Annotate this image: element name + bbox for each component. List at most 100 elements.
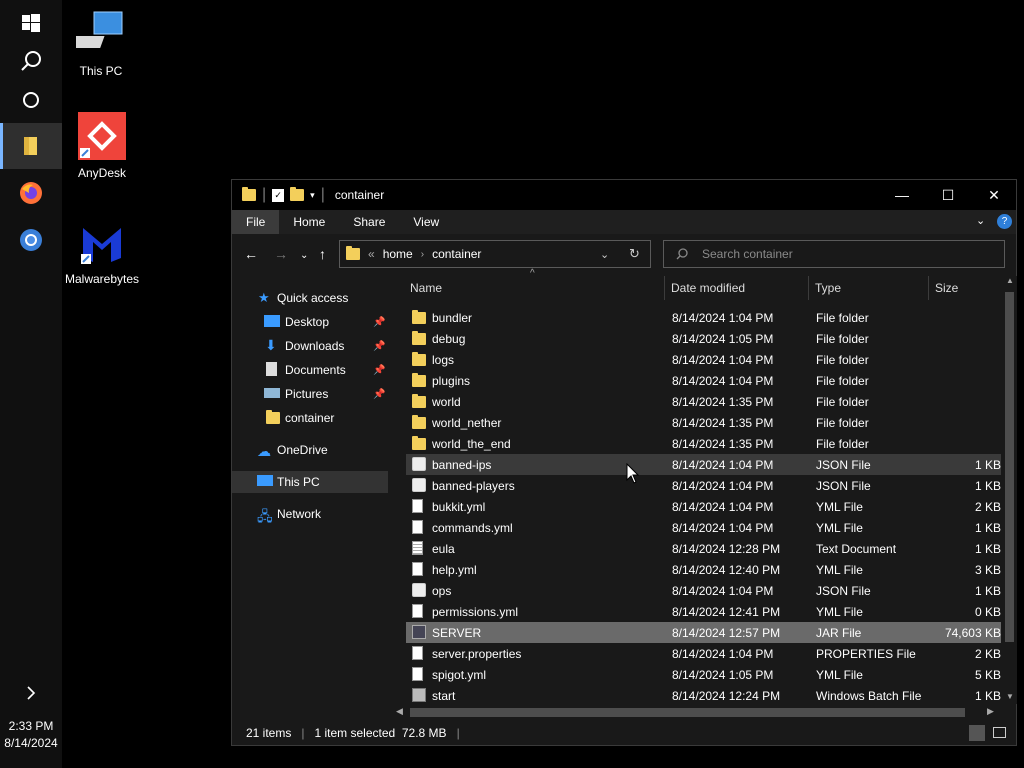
pin-icon[interactable]: 📌	[373, 389, 385, 400]
recent-locations-button[interactable]: ⌄	[300, 250, 308, 261]
file-row[interactable]: help.yml 8/14/2024 12:40 PM YML File 3 KB	[406, 559, 1001, 580]
tab-file[interactable]: File	[232, 210, 280, 234]
taskbar-file-explorer[interactable]	[0, 123, 62, 169]
column-type[interactable]: Type	[815, 281, 841, 295]
column-date-modified[interactable]: Date modified	[671, 281, 745, 295]
desktop-icon-anydesk[interactable]: AnyDesk	[57, 112, 147, 180]
file-icon	[412, 667, 423, 681]
file-date: 8/14/2024 1:35 PM	[672, 395, 774, 409]
scroll-up-arrow-icon[interactable]: ▲	[1006, 276, 1014, 285]
scroll-right-arrow-icon[interactable]: ▶	[987, 706, 994, 717]
scroll-left-arrow-icon[interactable]: ◀	[396, 706, 403, 717]
tab-home[interactable]: Home	[279, 210, 339, 234]
nav-item-desktop[interactable]: Desktop 📌	[232, 311, 388, 333]
nav-item-documents[interactable]: Documents 📌	[232, 359, 388, 381]
nav-label: Pictures	[285, 387, 329, 401]
breadcrumb-home[interactable]: home	[383, 247, 413, 261]
show-more-button[interactable]	[0, 670, 62, 716]
file-row[interactable]: world_nether 8/14/2024 1:35 PM File folder	[406, 412, 1001, 433]
file-row[interactable]: commands.yml 8/14/2024 1:04 PM YML File 1 K…	[406, 517, 1001, 538]
vertical-scroll-thumb[interactable]	[1005, 292, 1014, 642]
forward-button[interactable]: →	[274, 246, 288, 262]
details-view-icon[interactable]	[969, 725, 985, 741]
close-button[interactable]: ✕	[971, 180, 1017, 210]
expand-ribbon-icon[interactable]: ⌄	[976, 214, 985, 227]
file-row[interactable]: server.properties 8/14/2024 1:04 PM PROPER…	[406, 643, 1001, 664]
title-bar[interactable]: | ✓ ▾ | container — ☐ ✕	[232, 180, 1016, 210]
search-placeholder: Search container	[702, 247, 793, 261]
file-row[interactable]: bundler 8/14/2024 1:04 PM File folder	[406, 307, 1001, 328]
nav-network[interactable]: 🖧 Network	[232, 503, 388, 525]
file-size: 3 KB	[974, 563, 1001, 577]
file-type: File folder	[816, 353, 869, 367]
computer-icon	[257, 475, 273, 486]
desktop-icon	[264, 315, 280, 327]
horizontal-scrollbar[interactable]: ◀ ▶	[392, 704, 1002, 720]
file-row[interactable]: SERVER 8/14/2024 12:57 PM JAR File 74,603 K…	[406, 622, 1001, 643]
taskbar-clock[interactable]: 2:33 PM 8/14/2024	[0, 718, 62, 752]
file-type: JSON File	[816, 584, 871, 598]
file-icon	[412, 520, 423, 534]
file-row[interactable]: world_the_end 8/14/2024 1:35 PM File folde…	[406, 433, 1001, 454]
file-row[interactable]: banned-players 8/14/2024 1:04 PM JSON File…	[406, 475, 1001, 496]
maximize-button[interactable]: ☐	[925, 180, 971, 210]
desktop-icon-this-pc[interactable]: This PC	[56, 10, 146, 78]
malwarebytes-icon	[81, 228, 121, 264]
column-size[interactable]: Size	[935, 281, 958, 295]
file-row[interactable]: logs 8/14/2024 1:04 PM File folder	[406, 349, 1001, 370]
file-row[interactable]: banned-ips 8/14/2024 1:04 PM JSON File 1 KB	[406, 454, 1001, 475]
address-dropdown-icon[interactable]: ⌄	[600, 248, 609, 261]
file-row[interactable]: ops 8/14/2024 1:04 PM JSON File 1 KB	[406, 580, 1001, 601]
horizontal-scroll-thumb[interactable]	[410, 708, 965, 717]
file-name: debug	[432, 332, 466, 346]
breadcrumb-overflow[interactable]: «	[368, 247, 375, 261]
file-row[interactable]: plugins 8/14/2024 1:04 PM File folder	[406, 370, 1001, 391]
file-row[interactable]: world 8/14/2024 1:35 PM File folder	[406, 391, 1001, 412]
nav-item-pictures[interactable]: Pictures 📌	[232, 383, 388, 405]
tab-share[interactable]: Share	[339, 210, 399, 234]
file-row[interactable]: debug 8/14/2024 1:05 PM File folder	[406, 328, 1001, 349]
nav-label: container	[285, 411, 335, 425]
nav-item-downloads[interactable]: ⬇ Downloads 📌	[232, 335, 388, 357]
nav-label: This PC	[277, 475, 320, 489]
nav-item-container[interactable]: container	[232, 407, 388, 429]
pin-icon[interactable]: 📌	[373, 341, 385, 352]
large-icons-view-icon[interactable]	[993, 727, 1006, 738]
back-button[interactable]: ←	[244, 246, 258, 262]
vertical-scrollbar[interactable]: ▲ ▼	[1002, 276, 1017, 704]
breadcrumb-separator-icon[interactable]: ›	[421, 249, 424, 260]
search-box[interactable]: Search container	[663, 240, 1005, 268]
nav-this-pc[interactable]: This PC	[232, 471, 388, 493]
refresh-icon[interactable]: ↻	[629, 246, 640, 262]
taskbar-chrome[interactable]	[0, 217, 62, 263]
file-type: JAR File	[816, 626, 862, 640]
properties-icon[interactable]: ✓	[272, 188, 285, 202]
file-row[interactable]: start 8/14/2024 12:24 PM Windows Batch Fil…	[406, 685, 1001, 706]
tab-view[interactable]: View	[399, 210, 453, 234]
nav-label: Downloads	[285, 339, 345, 353]
file-row[interactable]: permissions.yml 8/14/2024 12:41 PM YML Fil…	[406, 601, 1001, 622]
help-icon[interactable]: ?	[997, 214, 1012, 229]
file-row[interactable]: eula 8/14/2024 12:28 PM Text Document 1 KB	[406, 538, 1001, 559]
minimize-button[interactable]: —	[879, 180, 925, 210]
nav-onedrive[interactable]: ☁ OneDrive	[232, 439, 388, 461]
address-bar[interactable]: « home › container ⌄ ↻	[339, 240, 651, 268]
scroll-down-arrow-icon[interactable]: ▼	[1006, 692, 1014, 701]
nav-quick-access[interactable]: ★ Quick access	[232, 287, 388, 309]
json-file-icon	[412, 478, 426, 492]
taskbar-firefox[interactable]	[0, 170, 62, 216]
up-button[interactable]: ↑	[319, 246, 326, 262]
desktop-icon-malwarebytes[interactable]: Malwarebytes	[57, 218, 147, 286]
pin-icon[interactable]: 📌	[373, 365, 385, 376]
file-type: File folder	[816, 395, 869, 409]
folder-icon	[412, 352, 426, 366]
nav-label: Network	[277, 507, 322, 521]
pin-icon[interactable]: 📌	[373, 317, 385, 328]
customize-toolbar-icon[interactable]: ▾	[310, 190, 315, 201]
breadcrumb-container[interactable]: container	[432, 247, 481, 261]
new-folder-icon[interactable]	[290, 187, 305, 201]
column-name[interactable]: Name	[410, 281, 442, 295]
cortana-button[interactable]	[0, 77, 62, 123]
file-row[interactable]: bukkit.yml 8/14/2024 1:04 PM YML File 2 KB	[406, 496, 1001, 517]
file-row[interactable]: spigot.yml 8/14/2024 1:05 PM YML File 5 KB	[406, 664, 1001, 685]
